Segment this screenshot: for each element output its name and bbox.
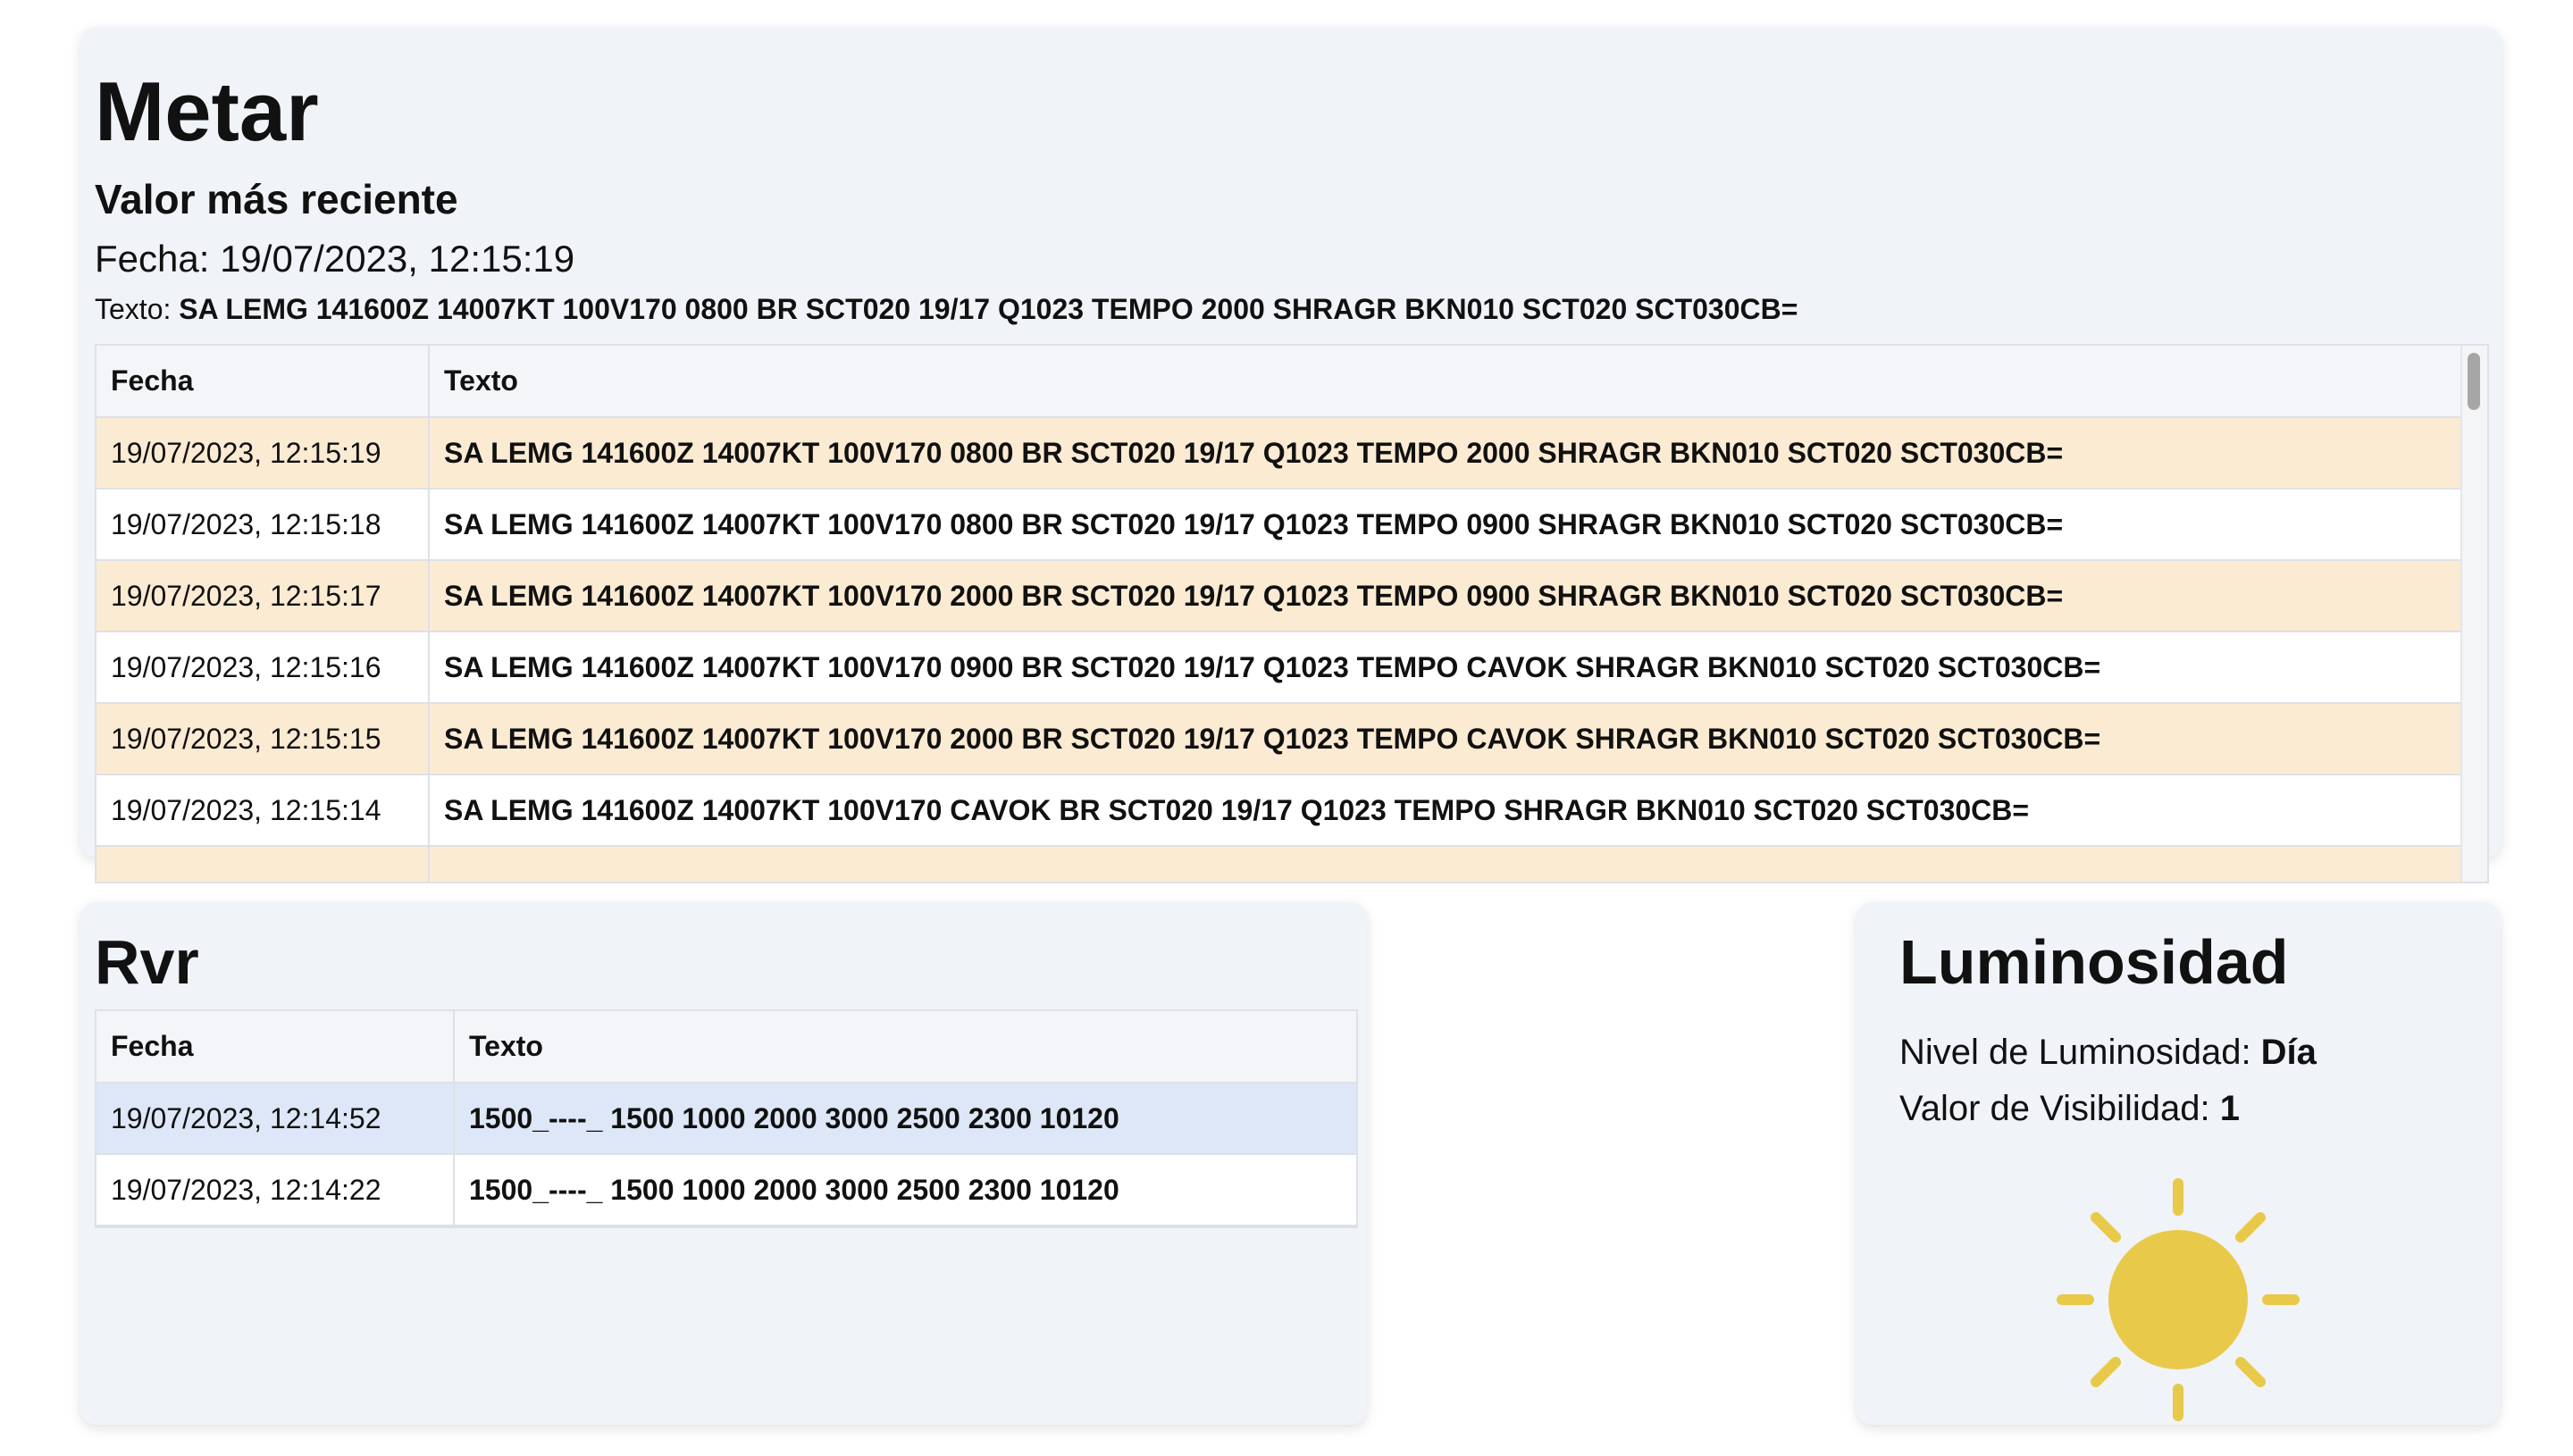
- table-row[interactable]: 19/07/2023, 12:15:14 SA LEMG 141600Z 140…: [96, 774, 2460, 847]
- row-fecha: 19/07/2023, 12:15:18: [96, 489, 430, 561]
- latest-value-heading: Valor más reciente: [95, 176, 458, 222]
- table-row[interactable]: 19/07/2023, 12:14:22 1500_----_ 1500 100…: [96, 1154, 1356, 1226]
- nivel-value: Día: [2260, 1033, 2317, 1072]
- valor-visibilidad: Valor de Visibilidad: 1: [1899, 1089, 2457, 1129]
- row-fecha: 19/07/2023, 12:15:15: [96, 703, 430, 775]
- metar-table-container[interactable]: Fecha Texto 19/07/2023, 12:15:19 SA LEMG…: [95, 344, 2489, 883]
- row-fecha: 19/07/2023, 12:15:16: [96, 632, 430, 704]
- latest-fecha: Fecha: 19/07/2023, 12:15:19: [95, 238, 2487, 280]
- rvr-title: Rvr: [95, 927, 199, 997]
- nivel-luminosidad: Nivel de Luminosidad: Día: [1899, 1033, 2457, 1073]
- row-texto: SA LEMG 141600Z 14007KT 100V170 0800 BR …: [429, 489, 2460, 561]
- latest-fecha-label: Fecha:: [95, 238, 221, 280]
- rvr-card: Rvr Fecha Texto 19/07/2023, 12:14:52 150…: [80, 902, 1367, 1425]
- column-header-texto: Texto: [429, 346, 2460, 418]
- nivel-label: Nivel de Luminosidad:: [1899, 1033, 2261, 1072]
- row-texto: [429, 846, 2460, 882]
- metar-table-header: Fecha Texto: [96, 346, 2460, 418]
- rvr-table: Fecha Texto 19/07/2023, 12:14:52 1500_--…: [96, 1011, 1356, 1226]
- column-header-texto: Texto: [454, 1011, 1356, 1084]
- visibilidad-value: 1: [2219, 1089, 2240, 1128]
- row-texto: SA LEMG 141600Z 14007KT 100V170 0900 BR …: [429, 632, 2460, 704]
- latest-fecha-value: 19/07/2023, 12:15:19: [220, 238, 575, 280]
- table-row-partial[interactable]: [96, 846, 2460, 882]
- row-fecha: 19/07/2023, 12:14:22: [96, 1154, 455, 1226]
- table-row[interactable]: 19/07/2023, 12:15:16 SA LEMG 141600Z 140…: [96, 632, 2460, 704]
- latest-texto: Texto: SA LEMG 141600Z 14007KT 100V170 0…: [95, 293, 2487, 326]
- row-fecha: 19/07/2023, 12:14:52: [96, 1083, 455, 1155]
- visibilidad-label: Valor de Visibilidad:: [1899, 1089, 2220, 1128]
- metar-table: Fecha Texto 19/07/2023, 12:15:19 SA LEMG…: [96, 346, 2460, 882]
- table-row[interactable]: 19/07/2023, 12:14:52 1500_----_ 1500 100…: [96, 1083, 1356, 1155]
- column-header-fecha: Fecha: [96, 1011, 455, 1084]
- sun-icon: [2057, 1178, 2300, 1421]
- row-texto: SA LEMG 141600Z 14007KT 100V170 2000 BR …: [429, 703, 2460, 775]
- column-header-fecha: Fecha: [96, 346, 430, 418]
- row-fecha: 19/07/2023, 12:15:17: [96, 560, 430, 632]
- table-row[interactable]: 19/07/2023, 12:15:15 SA LEMG 141600Z 140…: [96, 703, 2460, 775]
- latest-texto-value: SA LEMG 141600Z 14007KT 100V170 0800 BR …: [179, 293, 1798, 325]
- row-texto: SA LEMG 141600Z 14007KT 100V170 0800 BR …: [429, 417, 2460, 490]
- rvr-table-header: Fecha Texto: [96, 1011, 1356, 1084]
- metar-title: Metar: [95, 64, 319, 158]
- row-texto: 1500_----_ 1500 1000 2000 3000 2500 2300…: [454, 1154, 1356, 1226]
- luminosidad-card: Luminosidad Nivel de Luminosidad: Día Va…: [1856, 902, 2500, 1425]
- table-row[interactable]: 19/07/2023, 12:15:18 SA LEMG 141600Z 140…: [96, 489, 2460, 561]
- row-fecha: 19/07/2023, 12:15:14: [96, 774, 430, 847]
- rvr-table-container: Fecha Texto 19/07/2023, 12:14:52 1500_--…: [95, 1009, 1358, 1228]
- row-fecha: [96, 846, 430, 882]
- row-fecha: 19/07/2023, 12:15:19: [96, 417, 430, 490]
- metar-scrollbar[interactable]: [2460, 346, 2487, 882]
- table-row[interactable]: 19/07/2023, 12:15:17 SA LEMG 141600Z 140…: [96, 560, 2460, 632]
- table-row[interactable]: 19/07/2023, 12:15:19 SA LEMG 141600Z 140…: [96, 417, 2460, 490]
- row-texto: SA LEMG 141600Z 14007KT 100V170 2000 BR …: [429, 560, 2460, 632]
- luminosidad-title: Luminosidad: [1899, 927, 2289, 997]
- metar-scrollbar-thumb[interactable]: [2468, 353, 2480, 410]
- latest-texto-label: Texto:: [95, 293, 180, 325]
- metar-card: Metar Valor más reciente Fecha: 19/07/20…: [80, 27, 2502, 883]
- row-texto: SA LEMG 141600Z 14007KT 100V170 CAVOK BR…: [429, 774, 2460, 847]
- row-texto: 1500_----_ 1500 1000 2000 3000 2500 2300…: [454, 1083, 1356, 1155]
